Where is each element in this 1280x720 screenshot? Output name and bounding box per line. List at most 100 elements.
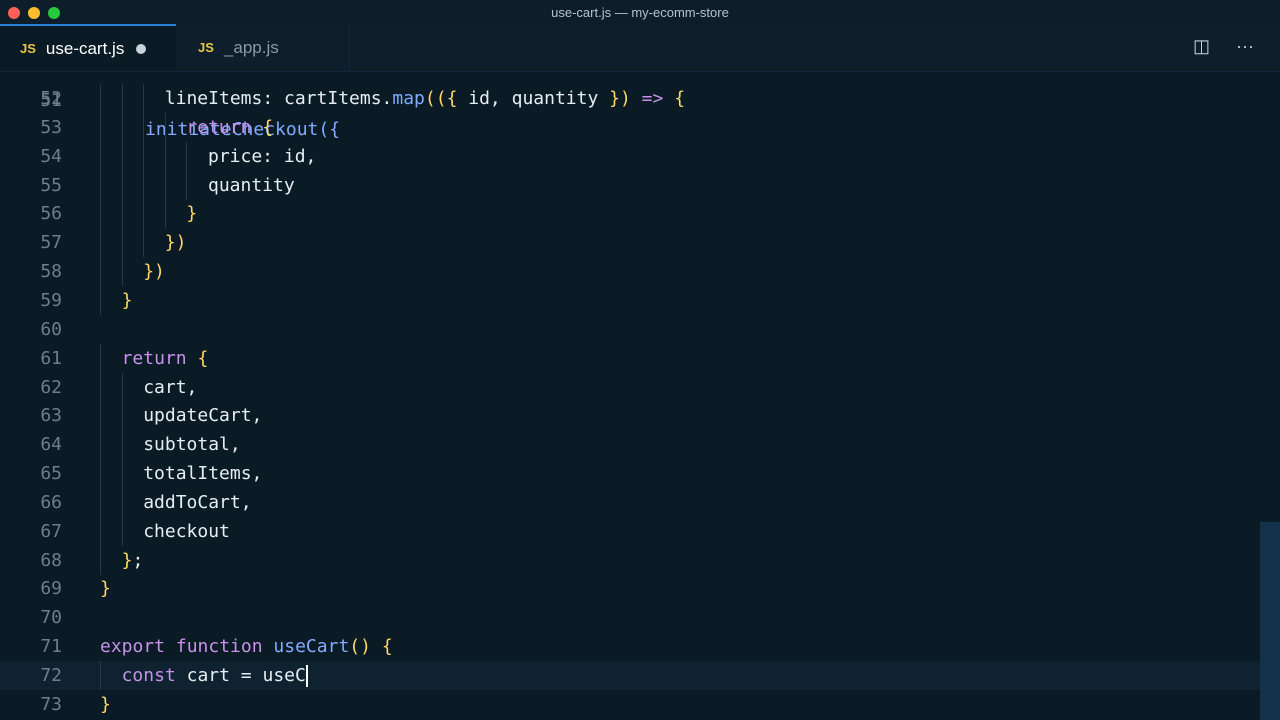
- line-number: 71: [40, 636, 62, 658]
- code-line: 55 quantity: [0, 170, 1260, 200]
- window-controls: [8, 7, 60, 19]
- indent-guide: [100, 487, 101, 517]
- indent-guide: [100, 459, 101, 489]
- line-number: 72: [40, 665, 62, 686]
- indent-guide: [121, 170, 123, 200]
- line-number: 58: [40, 261, 62, 283]
- code-text: return {: [121, 347, 209, 369]
- indent-guide: [100, 661, 101, 690]
- indent-guide: [121, 84, 123, 113]
- indent-guide: [100, 228, 101, 258]
- code-line: 59}: [0, 285, 1260, 315]
- line-number: 53: [40, 116, 62, 138]
- zoom-window-button[interactable]: [48, 7, 60, 19]
- indent-guide: [100, 372, 101, 402]
- code-text: }): [143, 261, 165, 283]
- indent-guide: [143, 199, 145, 229]
- indent-guide: [164, 170, 166, 200]
- indent-guide: [143, 170, 145, 200]
- indent-guide: [100, 516, 101, 546]
- code-text: }): [164, 232, 187, 254]
- code-line: 58}): [0, 257, 1260, 287]
- code-text: }: [121, 289, 133, 311]
- indent-guide: [100, 545, 101, 575]
- code-text: checkout: [143, 520, 230, 542]
- line-number: 59: [40, 289, 62, 311]
- indent-guide: [121, 372, 123, 402]
- indent-guide: [164, 141, 166, 171]
- tab-label: _app.js: [223, 37, 279, 57]
- code-line: 72 const cart = useC: [0, 661, 1260, 690]
- javascript-file-icon: JS: [20, 41, 36, 56]
- line-number: 54: [40, 145, 62, 167]
- line-number: 73: [40, 693, 62, 715]
- indent-guide: [121, 228, 123, 258]
- code-line: 64 subtotal,: [0, 430, 1260, 460]
- code-line: 57}): [0, 228, 1260, 258]
- tab-use-cart[interactable]: JS use-cart.js: [0, 24, 176, 71]
- line-number: 67: [40, 520, 62, 542]
- title-bar: use-cart.js — my-ecomm-store: [0, 0, 1280, 24]
- code-editor[interactable]: 51 initiateCheckout({ 52 lineItems: cartI…: [0, 72, 1280, 720]
- code-text: addToCart,: [143, 491, 252, 513]
- indent-guide: [121, 401, 123, 431]
- indent-guide: [121, 516, 123, 546]
- code-line: 56}: [0, 199, 1260, 229]
- indent-guide: [100, 84, 101, 113]
- code-line: 70: [0, 603, 1260, 632]
- line-number: 64: [40, 434, 62, 456]
- line-number: 68: [40, 549, 62, 571]
- code-text: return {: [186, 116, 274, 138]
- close-window-button[interactable]: [8, 7, 20, 19]
- indent-guide: [164, 199, 166, 229]
- window-title: use-cart.js — my-ecomm-store: [551, 4, 729, 20]
- code-text: const cart = useC: [121, 665, 308, 687]
- indent-guide: [143, 228, 145, 258]
- more-actions-icon[interactable]: ···: [1236, 36, 1254, 57]
- code-text: totalItems,: [143, 463, 263, 485]
- code-line: 68};: [0, 545, 1260, 575]
- code-line: 52 lineItems: cartItems.map(({ id, quanti…: [0, 84, 1260, 113]
- indent-guide: [100, 141, 101, 171]
- indent-guide: [121, 112, 123, 142]
- text-cursor: [305, 665, 308, 687]
- tab-bar: JS use-cart.js JS _app.js ◫ ···: [0, 24, 1280, 72]
- indent-guide: [186, 170, 188, 200]
- indent-guide: [143, 84, 145, 113]
- code-text: subtotal,: [143, 434, 241, 456]
- indent-guide: [100, 257, 101, 287]
- indent-guide: [100, 430, 101, 460]
- minimize-window-button[interactable]: [28, 7, 40, 19]
- line-number: 52: [40, 88, 62, 109]
- indent-guide: [100, 401, 101, 431]
- line-number: 60: [40, 318, 62, 340]
- javascript-file-icon: JS: [198, 40, 214, 55]
- indent-guide: [121, 487, 123, 517]
- line-number: 57: [40, 232, 62, 254]
- vertical-scrollbar[interactable]: [1260, 522, 1280, 720]
- line-number: 62: [40, 376, 62, 398]
- code-line: 65 totalItems,: [0, 459, 1260, 489]
- indent-guide: [143, 141, 145, 171]
- line-number: 65: [40, 463, 62, 485]
- code-text: }: [100, 693, 111, 715]
- unsaved-changes-icon[interactable]: [136, 43, 147, 54]
- code-line: 71 export function useCart() {: [0, 632, 1260, 661]
- indent-guide: [121, 141, 123, 171]
- indent-guide: [100, 285, 101, 315]
- line-number: 66: [40, 491, 62, 513]
- line-number: 56: [40, 203, 62, 225]
- line-number: 69: [40, 578, 62, 600]
- indent-guide: [121, 459, 123, 489]
- indent-guide: [186, 141, 188, 171]
- code-text: price: id,: [208, 145, 317, 167]
- indent-guide: [100, 170, 101, 200]
- code-line: 53 return {: [0, 112, 1260, 142]
- code-text: updateCart,: [143, 405, 263, 427]
- tab-app[interactable]: JS _app.js: [176, 24, 350, 71]
- line-number: 55: [40, 174, 62, 196]
- split-editor-icon[interactable]: ◫: [1193, 36, 1210, 57]
- indent-guide: [100, 343, 101, 373]
- code-line: 73}: [0, 690, 1260, 719]
- line-number: 70: [40, 607, 62, 629]
